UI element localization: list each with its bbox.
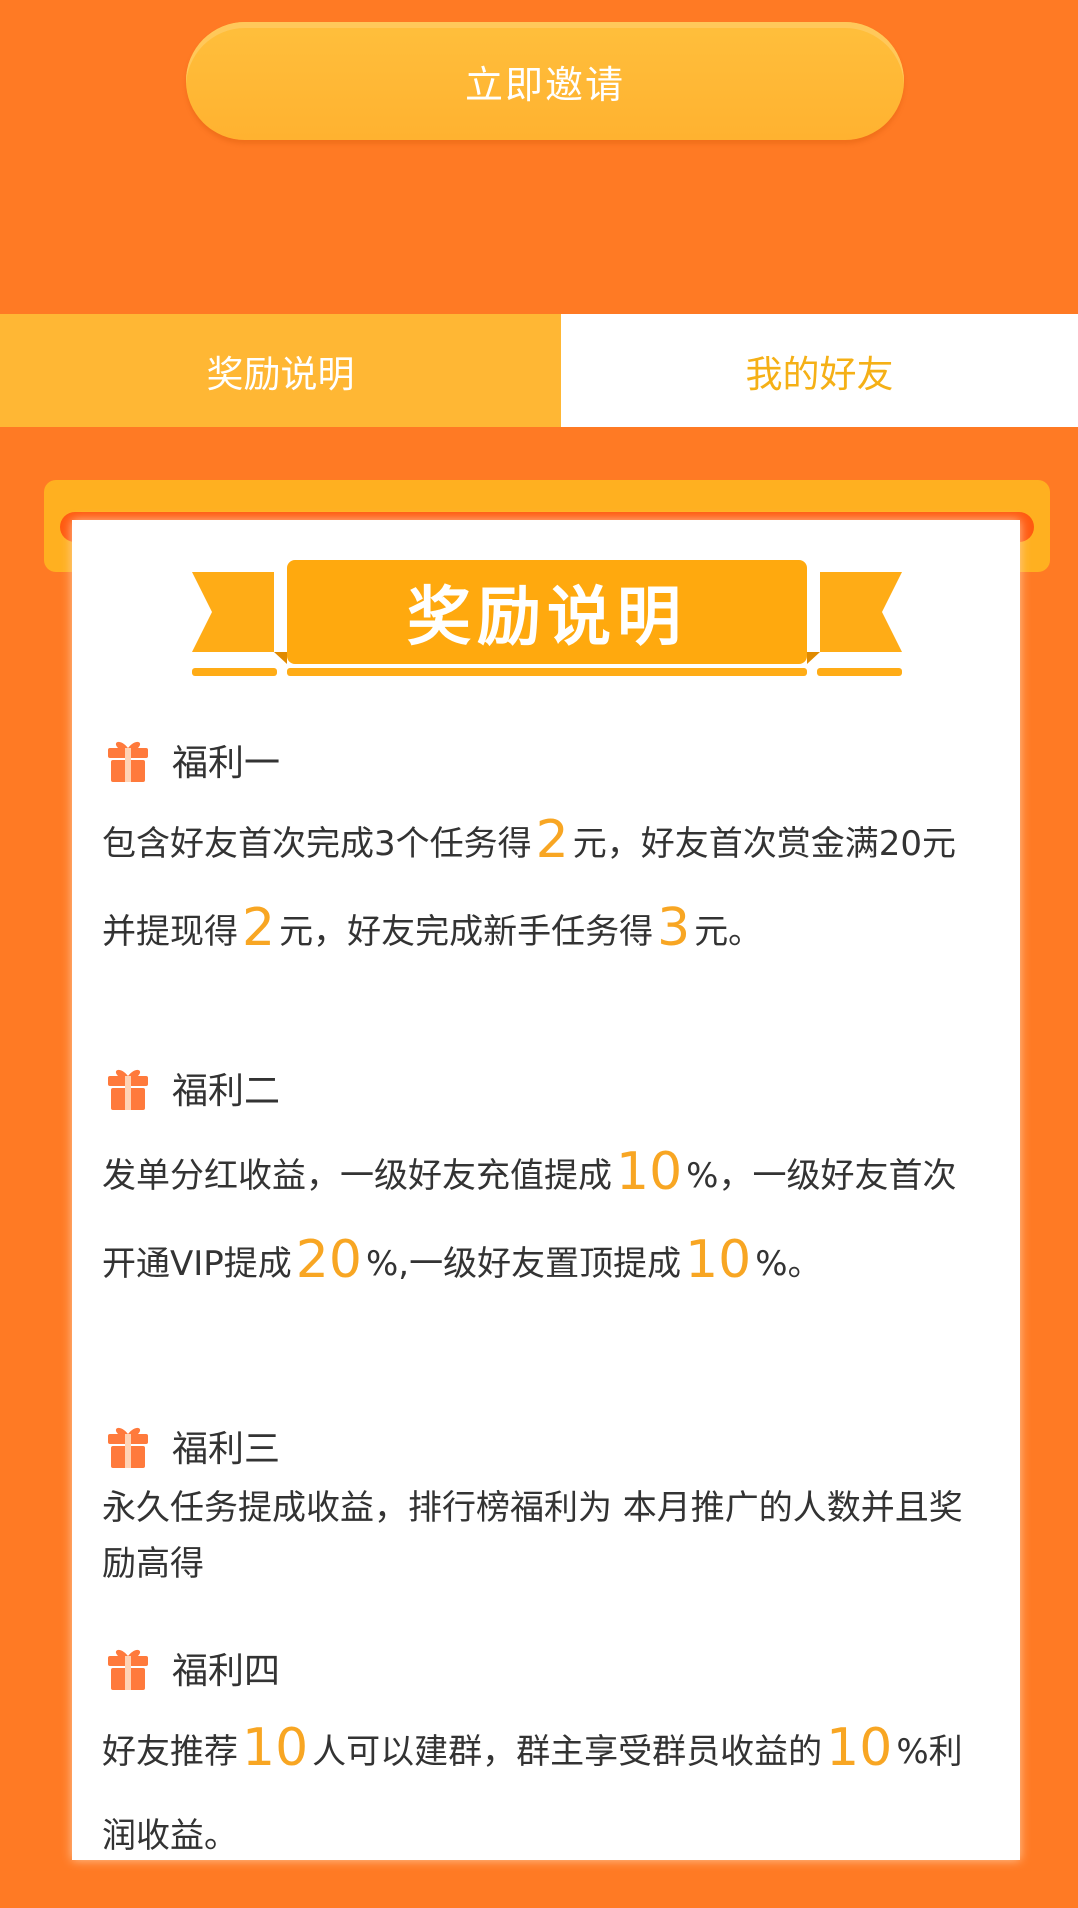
invite-now-button[interactable]: 立即邀请 (186, 22, 904, 140)
panel-title: 奖励说明 (407, 581, 687, 655)
gift-icon (106, 1644, 150, 1692)
reward-info-card: 奖励说明 福利一 包含好友首次完成3个任务得2 元，好友首次赏金满20元并提现得2… (72, 520, 1020, 1860)
tab-bar: 奖励说明 我的好友 (0, 314, 1078, 427)
benefit-title: 福利四 (172, 1651, 281, 1692)
benefit-title: 福利三 (172, 1429, 281, 1470)
benefit-2: 福利二 发单分红收益，一级好友充值提成10 %，一级好友首次开通VIP提成20%,… (102, 1058, 982, 1306)
gift-icon (106, 1422, 150, 1470)
gift-icon (106, 736, 150, 784)
title-ribbon: 奖励说明 (192, 560, 902, 678)
benefit-text: 永久任务提成收益，排行榜福利为 本月推广的人数并且奖励高得 (102, 1488, 963, 1584)
benefit-title: 福利一 (172, 743, 281, 784)
tab-my-friends[interactable]: 我的好友 (561, 314, 1078, 427)
tab-reward-info[interactable]: 奖励说明 (0, 314, 561, 427)
benefit-text: 包含好友首次完成3个任务得2 元，好友首次赏金满20元并提现得2 元，好友完成新手任… (102, 810, 956, 958)
benefit-title: 福利二 (172, 1071, 281, 1112)
benefit-text: 发单分红收益，一级好友充值提成10 %，一级好友首次开通VIP提成20 %,一级好友… (102, 1142, 957, 1290)
benefit-text: 好友推荐10 人可以建群，群主享受群员收益的10 %利润收益。 (102, 1718, 963, 1856)
benefit-4: 福利四 好友推荐10 人可以建群，群主享受群员收益的10 %利润收益。 (102, 1638, 982, 1878)
benefit-3: 福利三 永久任务提成收益，排行榜福利为 本月推广的人数并且奖励高得 (102, 1416, 982, 1592)
gift-icon (106, 1064, 150, 1112)
benefit-1: 福利一 包含好友首次完成3个任务得2 元，好友首次赏金满20元并提现得2 元，好友完… (102, 730, 982, 974)
